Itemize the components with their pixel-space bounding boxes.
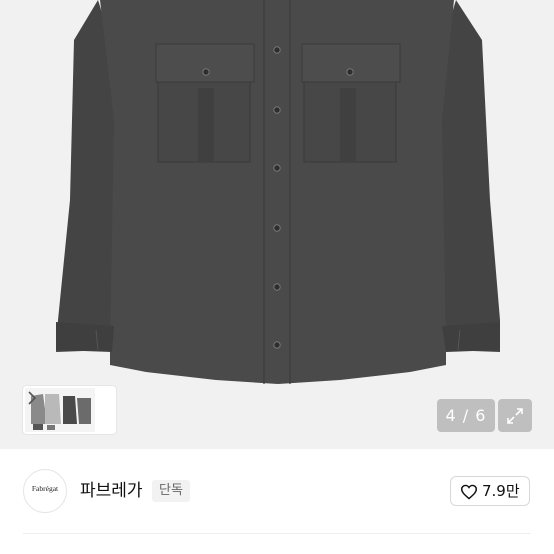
expand-arrows-icon <box>507 408 523 424</box>
heart-outline-icon <box>460 484 478 500</box>
divider <box>23 533 531 534</box>
like-button[interactable]: 7.9만 <box>450 476 530 506</box>
like-count: 7.9만 <box>482 482 520 500</box>
thumbnail-strip[interactable] <box>23 386 116 434</box>
brand-bar: Fabrégat 파브레가 단독 7.9만 <box>0 449 554 554</box>
image-counter: 4 / 6 <box>437 399 495 432</box>
exclusive-badge: 단독 <box>152 480 190 502</box>
brand-name[interactable]: 파브레가 <box>80 480 143 502</box>
brand-logo-text: Fabrégat <box>31 484 59 493</box>
chevron-right-icon[interactable] <box>25 388 39 408</box>
expand-button[interactable] <box>498 399 532 432</box>
brand-logo[interactable]: Fabrégat <box>23 469 67 513</box>
product-image-gallery[interactable]: 4 / 6 <box>0 0 554 449</box>
product-image <box>56 0 500 384</box>
